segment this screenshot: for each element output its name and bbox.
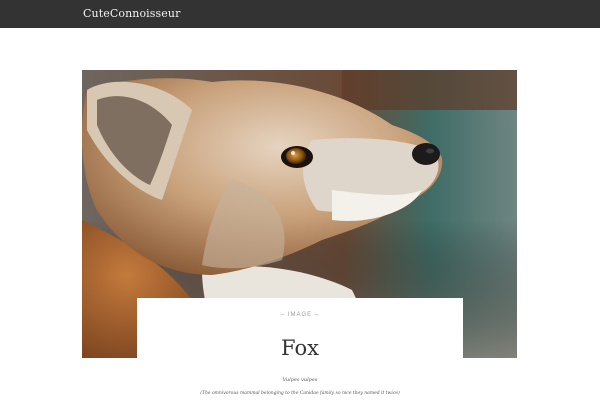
post-title: Fox (281, 336, 319, 360)
site-title-link[interactable]: CuteConnoisseur (83, 7, 180, 21)
post-description: (The omnivorous mammal belonging to the … (200, 391, 400, 396)
post-subtitle: Vulpes vulpes (282, 377, 318, 383)
site-header: CuteConnoisseur (0, 0, 600, 28)
post-format-label[interactable]: – IMAGE – (137, 312, 463, 318)
post-card: – IMAGE – Fox (137, 298, 463, 368)
